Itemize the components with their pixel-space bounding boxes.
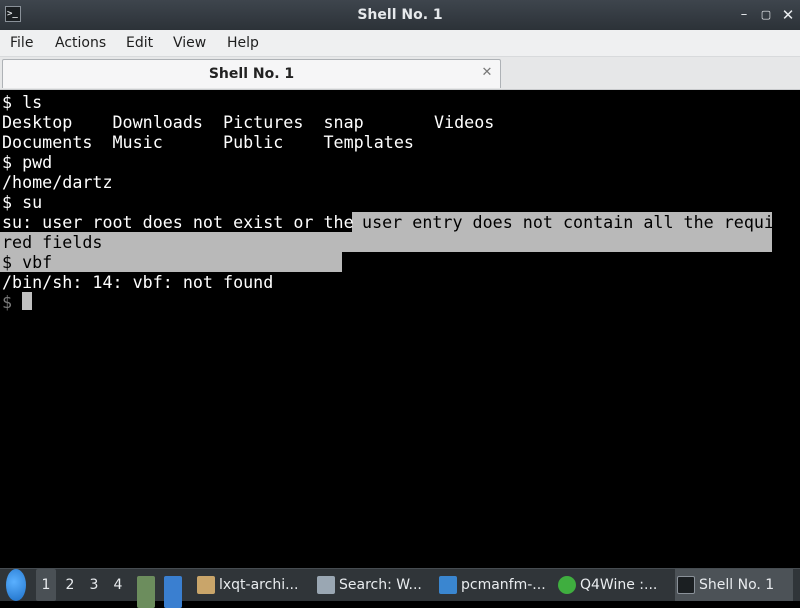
desktop-switch-1[interactable]: 1: [36, 569, 56, 601]
taskbar-window-pcmanfm[interactable]: pcmanfm-...: [437, 569, 550, 601]
taskbar: 1 2 3 4 lxqt-archi... Search: W... pcman…: [0, 568, 800, 608]
search-bag-icon: [317, 576, 335, 594]
tab-close-icon[interactable]: ✕: [480, 66, 494, 80]
selection-highlight: [0, 232, 772, 252]
start-menu-icon[interactable]: [6, 569, 26, 601]
taskbar-window-label: Search: W...: [339, 577, 422, 593]
desktop-switch-4[interactable]: 4: [108, 569, 128, 601]
desktop-switch-3[interactable]: 3: [84, 569, 104, 601]
wine-icon: [558, 576, 576, 594]
terminal-line-selected: $ vbf: [2, 252, 53, 272]
menu-actions[interactable]: Actions: [55, 30, 106, 56]
terminal-cursor: [22, 292, 32, 310]
terminal-line: /bin/sh: 14: vbf: not found: [2, 272, 274, 292]
terminal-line: Desktop Downloads Pictures snap Videos: [2, 112, 495, 132]
terminal-line-selected: red fields: [2, 232, 103, 252]
menu-bar: File Actions Edit View Help: [0, 30, 800, 57]
terminal-line-selected: user entry does not contain all the requ…: [352, 212, 774, 232]
terminal-line: $ su: [2, 192, 43, 212]
terminal-line: $ pwd: [2, 152, 53, 172]
taskbar-window-label: Shell No. 1: [699, 577, 775, 593]
tab-shell-1[interactable]: Shell No. 1 ✕: [2, 59, 501, 88]
close-button[interactable]: ✕: [780, 7, 796, 23]
window-title: Shell No. 1: [357, 7, 443, 23]
folder-icon: [439, 576, 457, 594]
maximize-button[interactable]: ▢: [758, 7, 774, 23]
tab-bar: Shell No. 1 ✕: [0, 57, 800, 90]
menu-file[interactable]: File: [10, 30, 33, 56]
taskbar-window-shell[interactable]: Shell No. 1: [675, 569, 793, 601]
menu-view[interactable]: View: [173, 30, 206, 56]
menu-help[interactable]: Help: [227, 30, 259, 56]
taskbar-window-label: pcmanfm-...: [461, 577, 546, 593]
window-titlebar[interactable]: >_ Shell No. 1 – ▢ ✕: [0, 0, 800, 30]
terminal-line: $ ls: [2, 92, 43, 112]
terminal-line: Documents Music Public Templates: [2, 132, 414, 152]
taskbar-window-lxqt-archiver[interactable]: lxqt-archi...: [195, 569, 308, 601]
archive-icon: [197, 576, 215, 594]
taskbar-window-label: lxqt-archi...: [219, 577, 299, 593]
terminal-prompt: $: [2, 292, 23, 312]
taskbar-window-search[interactable]: Search: W...: [315, 569, 433, 601]
desktop-switch-2[interactable]: 2: [60, 569, 80, 601]
tab-label: Shell No. 1: [208, 66, 295, 82]
terminal-line: su: user root does not exist or the: [2, 212, 354, 232]
terminal-line: /home/dartz: [2, 172, 113, 192]
show-desktop-icon[interactable]: [164, 576, 182, 608]
terminal-area[interactable]: $ ls Desktop Downloads Pictures snap Vid…: [0, 90, 800, 568]
terminal-icon: [677, 576, 695, 594]
taskbar-window-label: Q4Wine :...: [580, 577, 658, 593]
minimize-button[interactable]: –: [736, 7, 752, 23]
menu-edit[interactable]: Edit: [126, 30, 153, 56]
file-manager-quicklaunch-icon[interactable]: [137, 576, 155, 608]
taskbar-window-q4wine[interactable]: Q4Wine :...: [556, 569, 669, 601]
